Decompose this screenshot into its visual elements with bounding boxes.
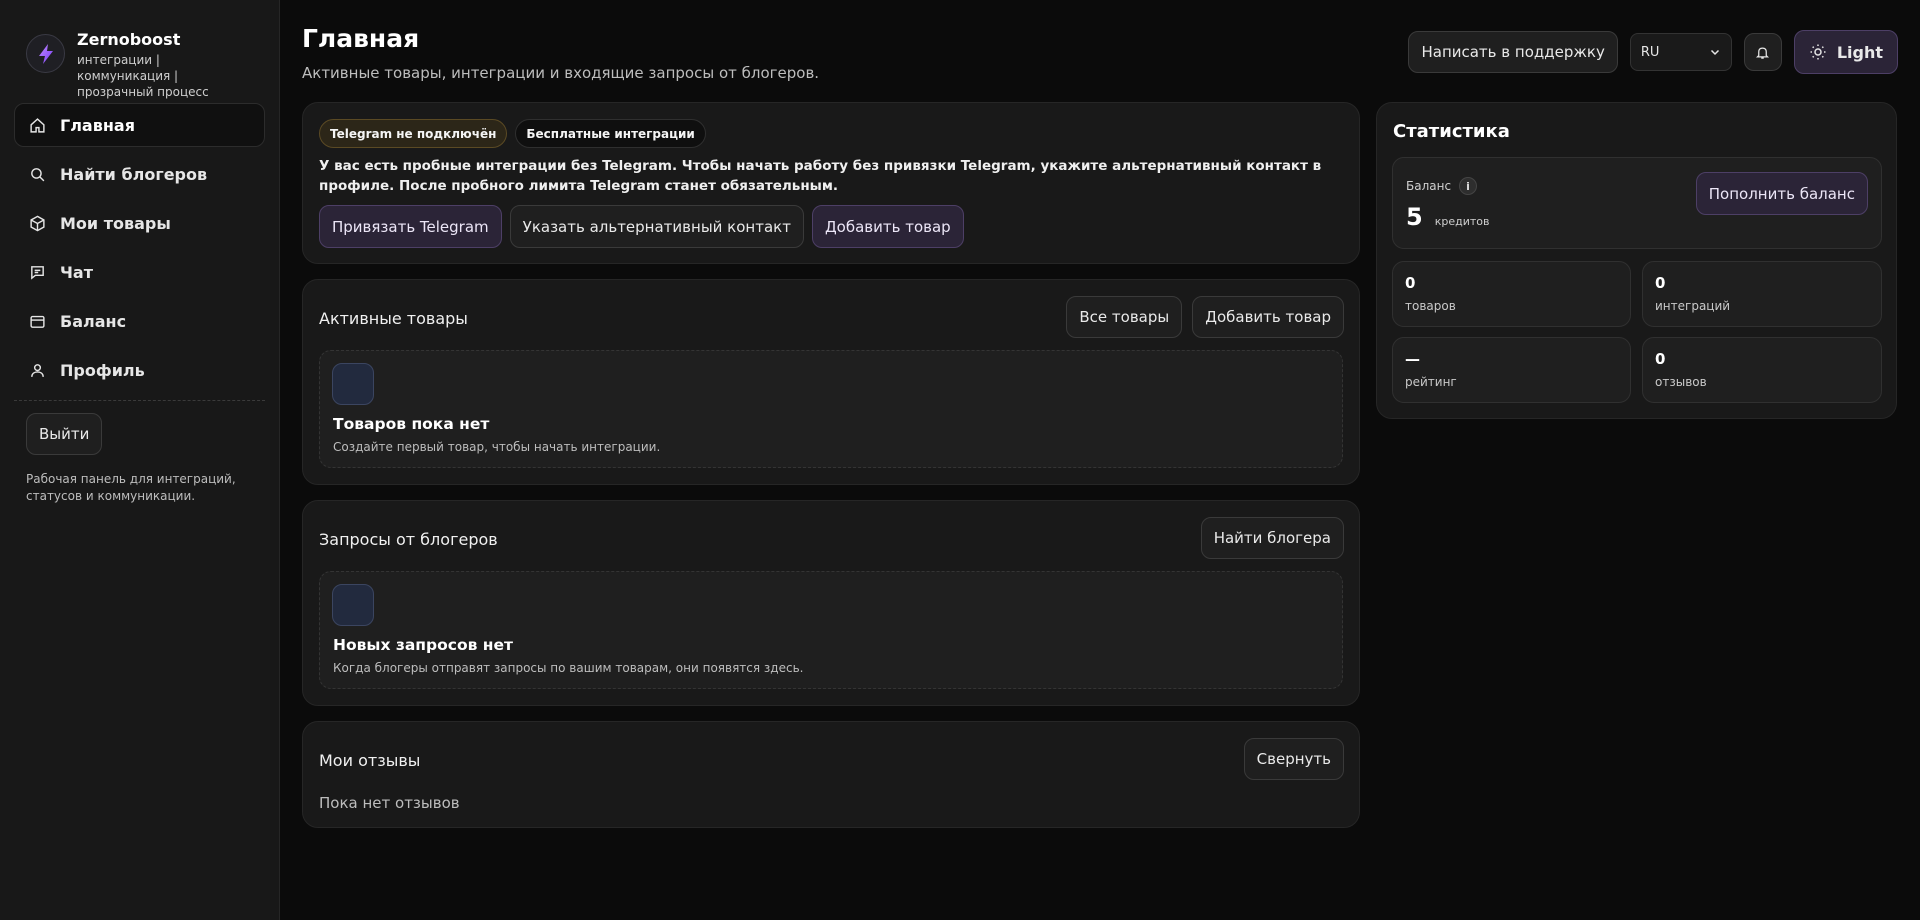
stat-value: 0 [1655, 350, 1666, 368]
add-product-button-2[interactable]: Добавить товар [1192, 296, 1344, 338]
reviews-panel: Мои отзывы Свернуть Пока нет отзывов [302, 721, 1360, 828]
find-blogger-button[interactable]: Найти блогера [1200, 517, 1344, 559]
stat-value: 0 [1655, 274, 1666, 292]
support-button[interactable]: Написать в поддержку [1408, 31, 1618, 73]
sidebar-item-label: Найти блогеров [60, 164, 208, 184]
free-integrations-badge: Бесплатные интеграции [515, 119, 706, 148]
blogger-requests-panel: Запросы от блогеров Найти блогера Новых … [302, 500, 1360, 706]
stat-label: товаров [1405, 299, 1456, 313]
sidebar-item-find-bloggers[interactable]: Найти блогеров [14, 152, 265, 196]
page-subtitle: Активные товары, интеграции и входящие з… [302, 64, 820, 82]
chevron-down-icon [1710, 49, 1719, 56]
box-icon [30, 215, 45, 231]
logout-button[interactable]: Выйти [26, 413, 103, 455]
balance-value: 5 [1406, 203, 1423, 231]
sidebar-divider [14, 400, 265, 401]
sidebar: Zernoboost интеграции | коммуникация | п… [0, 0, 280, 920]
requests-title: Запросы от блогеров [319, 530, 498, 549]
brand-tagline: интеграции | коммуникация | прозрачный п… [77, 53, 209, 99]
stat-value: 0 [1405, 274, 1416, 292]
wallet-icon [30, 315, 45, 328]
stat-label: отзывов [1655, 375, 1707, 389]
empty-title: Товаров пока нет [333, 415, 490, 433]
sidebar-item-profile[interactable]: Профиль [14, 348, 265, 392]
products-empty-state: Товаров пока нет Создайте первый товар, … [319, 350, 1343, 468]
balance-unit: кредитов [1434, 215, 1490, 228]
lightning-logo-icon [26, 34, 65, 73]
reviews-empty: Пока нет отзывов [319, 794, 460, 812]
sidebar-item-label: Баланс [60, 311, 127, 331]
stat-card-rating: — рейтинг [1392, 337, 1631, 403]
language-select[interactable]: RU [1629, 33, 1732, 71]
alt-contact-button[interactable]: Указать альтернативный контакт [509, 205, 804, 248]
telegram-notice: У вас есть пробные интеграции без Telegr… [319, 158, 1322, 194]
stat-label: рейтинг [1405, 375, 1457, 389]
empty-box-icon [332, 363, 374, 405]
telegram-status-badge: Telegram не подключён [319, 119, 508, 148]
sidebar-item-balance[interactable]: Баланс [14, 299, 265, 343]
empty-subtitle: Создайте первый товар, чтобы начать инте… [333, 440, 661, 454]
active-products-panel: Активные товары Все товары Добавить това… [302, 279, 1360, 485]
user-icon [31, 363, 44, 377]
language-value: RU [1640, 44, 1660, 60]
sidebar-item-chat[interactable]: Чат [14, 250, 265, 294]
stat-value: — [1405, 350, 1420, 368]
requests-empty-state: Новых запросов нет Когда блогеры отправя… [319, 571, 1343, 689]
add-product-button[interactable]: Добавить товар [811, 205, 964, 248]
balance-card: Баланс i 5 кредитов Пополнить баланс [1392, 157, 1882, 249]
collapse-reviews-button[interactable]: Свернуть [1243, 738, 1344, 780]
stat-label: интеграций [1655, 299, 1731, 313]
bell-icon [1756, 46, 1770, 59]
brand-name: Zernoboost [77, 30, 181, 49]
bind-telegram-button[interactable]: Привязать Telegram [319, 205, 502, 248]
home-icon [30, 117, 45, 133]
sidebar-item-home[interactable]: Главная [14, 103, 265, 147]
info-icon[interactable]: i [1459, 177, 1478, 195]
empty-title: Новых запросов нет [333, 636, 514, 654]
sidebar-item-label: Мои товары [60, 213, 171, 233]
sidebar-item-label: Профиль [60, 360, 145, 380]
stats-panel: Статистика Баланс i 5 кредитов Пополнить… [1376, 102, 1897, 419]
sidebar-item-my-products[interactable]: Мои товары [14, 201, 265, 245]
active-products-title: Активные товары [319, 309, 468, 328]
header-actions: Написать в поддержку RU Light [1408, 30, 1898, 74]
brand: Zernoboost интеграции | коммуникация | п… [14, 0, 265, 103]
onboarding-panel: Telegram не подключён Бесплатные интегра… [302, 102, 1360, 264]
stats-title: Статистика [1393, 121, 1510, 142]
empty-subtitle: Когда блогеры отправят запросы по вашим … [333, 661, 804, 675]
sidebar-note: Рабочая панель для интеграций, статусов … [26, 472, 236, 503]
notifications-button[interactable] [1743, 33, 1782, 71]
page-title: Главная [302, 24, 420, 53]
topup-balance-button[interactable]: Пополнить баланс [1695, 172, 1868, 215]
sidebar-item-label: Чат [60, 262, 93, 282]
balance-label: Баланс [1406, 179, 1452, 193]
search-icon [31, 167, 45, 181]
reviews-title: Мои отзывы [319, 751, 421, 770]
theme-label: Light [1836, 42, 1883, 62]
stat-card-integrations: 0 интеграций [1642, 261, 1882, 327]
stat-card-products: 0 товаров [1392, 261, 1631, 327]
chat-icon [31, 265, 44, 280]
theme-toggle-button[interactable]: Light [1793, 30, 1898, 74]
sidebar-item-label: Главная [60, 115, 135, 135]
all-products-button[interactable]: Все товары [1066, 296, 1183, 338]
stat-card-reviews: 0 отзывов [1642, 337, 1882, 403]
empty-inbox-icon [332, 584, 374, 626]
sun-icon [1810, 44, 1826, 60]
